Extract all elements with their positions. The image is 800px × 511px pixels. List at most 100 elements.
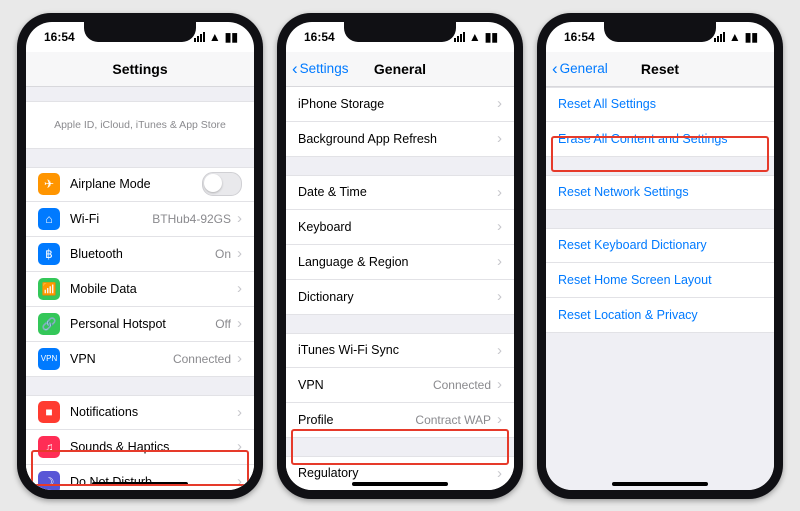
row-value: Contract WAP bbox=[415, 413, 491, 427]
back-label: Settings bbox=[300, 61, 349, 76]
battery-icon: ▮▮ bbox=[745, 31, 758, 43]
content[interactable]: Apple ID, iCloud, iTunes & App Store ✈ A… bbox=[26, 87, 254, 490]
clock: 16:54 bbox=[44, 30, 75, 44]
row-reset-network[interactable]: Reset Network Settings bbox=[546, 175, 774, 210]
mobile-data-icon: 📶 bbox=[38, 278, 60, 300]
row-erase-all-content[interactable]: Erase All Content and Settings bbox=[546, 122, 774, 157]
chevron-right-icon: › bbox=[237, 210, 242, 227]
clock: 16:54 bbox=[564, 30, 595, 44]
status-icons: ▲ ▮▮ bbox=[194, 31, 238, 43]
row-date-time[interactable]: Date & Time › bbox=[286, 175, 514, 210]
row-label: Keyboard bbox=[298, 220, 497, 234]
row-vpn[interactable]: VPN VPN Connected › bbox=[26, 342, 254, 377]
screen: 16:54 ▲ ▮▮ ‹ General Reset Reset All Set… bbox=[546, 22, 774, 490]
row-keyboard[interactable]: Keyboard › bbox=[286, 210, 514, 245]
wifi-icon: ▲ bbox=[469, 31, 481, 43]
row-label: Reset Network Settings bbox=[558, 185, 762, 199]
vpn-icon: VPN bbox=[38, 348, 60, 370]
row-label: Erase All Content and Settings bbox=[558, 132, 762, 146]
back-button[interactable]: ‹ General bbox=[552, 52, 608, 86]
battery-icon: ▮▮ bbox=[225, 31, 238, 43]
chevron-right-icon: › bbox=[497, 95, 502, 112]
wifi-icon: ▲ bbox=[209, 31, 221, 43]
row-iphone-storage[interactable]: iPhone Storage › bbox=[286, 87, 514, 122]
home-indicator[interactable] bbox=[352, 482, 448, 486]
chevron-right-icon: › bbox=[497, 465, 502, 482]
row-label: Bluetooth bbox=[70, 247, 215, 261]
chevron-right-icon: › bbox=[237, 280, 242, 297]
row-language-region[interactable]: Language & Region › bbox=[286, 245, 514, 280]
signal-icon bbox=[714, 32, 725, 42]
row-label: iPhone Storage bbox=[298, 97, 497, 111]
row-label: VPN bbox=[298, 378, 433, 392]
airplane-icon: ✈ bbox=[38, 173, 60, 195]
row-value: Connected bbox=[173, 352, 231, 366]
chevron-right-icon: › bbox=[237, 350, 242, 367]
home-indicator[interactable] bbox=[92, 482, 188, 486]
status-icons: ▲ ▮▮ bbox=[454, 31, 498, 43]
row-label: Personal Hotspot bbox=[70, 317, 215, 331]
status-icons: ▲ ▮▮ bbox=[714, 31, 758, 43]
chevron-right-icon: › bbox=[497, 253, 502, 270]
row-airplane-mode[interactable]: ✈ Airplane Mode bbox=[26, 167, 254, 202]
page-title: General bbox=[374, 61, 426, 77]
row-notifications[interactable]: ■ Notifications › bbox=[26, 395, 254, 430]
row-reset-home-screen[interactable]: Reset Home Screen Layout bbox=[546, 263, 774, 298]
bluetooth-icon: ฿ bbox=[38, 243, 60, 265]
row-label: Reset Keyboard Dictionary bbox=[558, 238, 762, 252]
row-reset-location-privacy[interactable]: Reset Location & Privacy bbox=[546, 298, 774, 333]
row-do-not-disturb[interactable]: ☽ Do Not Disturb › bbox=[26, 465, 254, 490]
back-label: General bbox=[560, 61, 608, 76]
page-title: Reset bbox=[641, 61, 679, 77]
row-value: BTHub4-92GS bbox=[152, 212, 231, 226]
row-bluetooth[interactable]: ฿ Bluetooth On › bbox=[26, 237, 254, 272]
row-label: Notifications bbox=[70, 405, 237, 419]
chevron-right-icon: › bbox=[497, 342, 502, 359]
row-label: Regulatory bbox=[298, 466, 497, 480]
row-label: Dictionary bbox=[298, 290, 497, 304]
row-label: Reset All Settings bbox=[558, 97, 762, 111]
phone-general: 16:54 ▲ ▮▮ ‹ Settings General iPhone Sto… bbox=[277, 13, 523, 499]
dnd-moon-icon: ☽ bbox=[38, 471, 60, 490]
chevron-right-icon: › bbox=[237, 404, 242, 421]
row-itunes-wifi-sync[interactable]: iTunes Wi-Fi Sync › bbox=[286, 333, 514, 368]
row-reset-all-settings[interactable]: Reset All Settings bbox=[546, 87, 774, 122]
row-vpn[interactable]: VPN Connected › bbox=[286, 368, 514, 403]
row-background-app-refresh[interactable]: Background App Refresh › bbox=[286, 122, 514, 157]
row-label: Reset Home Screen Layout bbox=[558, 273, 762, 287]
row-value: Off bbox=[215, 317, 231, 331]
row-sounds-haptics[interactable]: ♫ Sounds & Haptics › bbox=[26, 430, 254, 465]
chevron-right-icon: › bbox=[237, 245, 242, 262]
hotspot-icon: 🔗 bbox=[38, 313, 60, 335]
row-dictionary[interactable]: Dictionary › bbox=[286, 280, 514, 315]
home-indicator[interactable] bbox=[612, 482, 708, 486]
nav-bar: ‹ Settings General bbox=[286, 52, 514, 87]
content[interactable]: Reset All Settings Erase All Content and… bbox=[546, 87, 774, 490]
chevron-right-icon: › bbox=[237, 473, 242, 490]
wifi-icon: ⌂ bbox=[38, 208, 60, 230]
back-button[interactable]: ‹ Settings bbox=[292, 52, 348, 86]
signal-icon bbox=[454, 32, 465, 42]
row-wifi[interactable]: ⌂ Wi-Fi BTHub4-92GS › bbox=[26, 202, 254, 237]
row-label: Date & Time bbox=[298, 185, 497, 199]
row-personal-hotspot[interactable]: 🔗 Personal Hotspot Off › bbox=[26, 307, 254, 342]
notch bbox=[344, 22, 456, 42]
row-label: Language & Region bbox=[298, 255, 497, 269]
row-reset-keyboard-dictionary[interactable]: Reset Keyboard Dictionary bbox=[546, 228, 774, 263]
row-label: Background App Refresh bbox=[298, 132, 497, 146]
screen: 16:54 ▲ ▮▮ Settings Apple ID, iCloud, iT… bbox=[26, 22, 254, 490]
content[interactable]: iPhone Storage › Background App Refresh … bbox=[286, 87, 514, 490]
battery-icon: ▮▮ bbox=[485, 31, 498, 43]
notifications-icon: ■ bbox=[38, 401, 60, 423]
row-profile[interactable]: Profile Contract WAP › bbox=[286, 403, 514, 438]
row-mobile-data[interactable]: 📶 Mobile Data › bbox=[26, 272, 254, 307]
chevron-right-icon: › bbox=[497, 376, 502, 393]
row-label: Sounds & Haptics bbox=[70, 440, 237, 454]
nav-bar: Settings bbox=[26, 52, 254, 87]
chevron-right-icon: › bbox=[497, 130, 502, 147]
notch bbox=[84, 22, 196, 42]
airplane-toggle[interactable] bbox=[202, 172, 242, 196]
row-label: Airplane Mode bbox=[70, 177, 202, 191]
apple-id-banner[interactable]: Apple ID, iCloud, iTunes & App Store bbox=[26, 101, 254, 149]
chevron-left-icon: ‹ bbox=[292, 60, 298, 77]
